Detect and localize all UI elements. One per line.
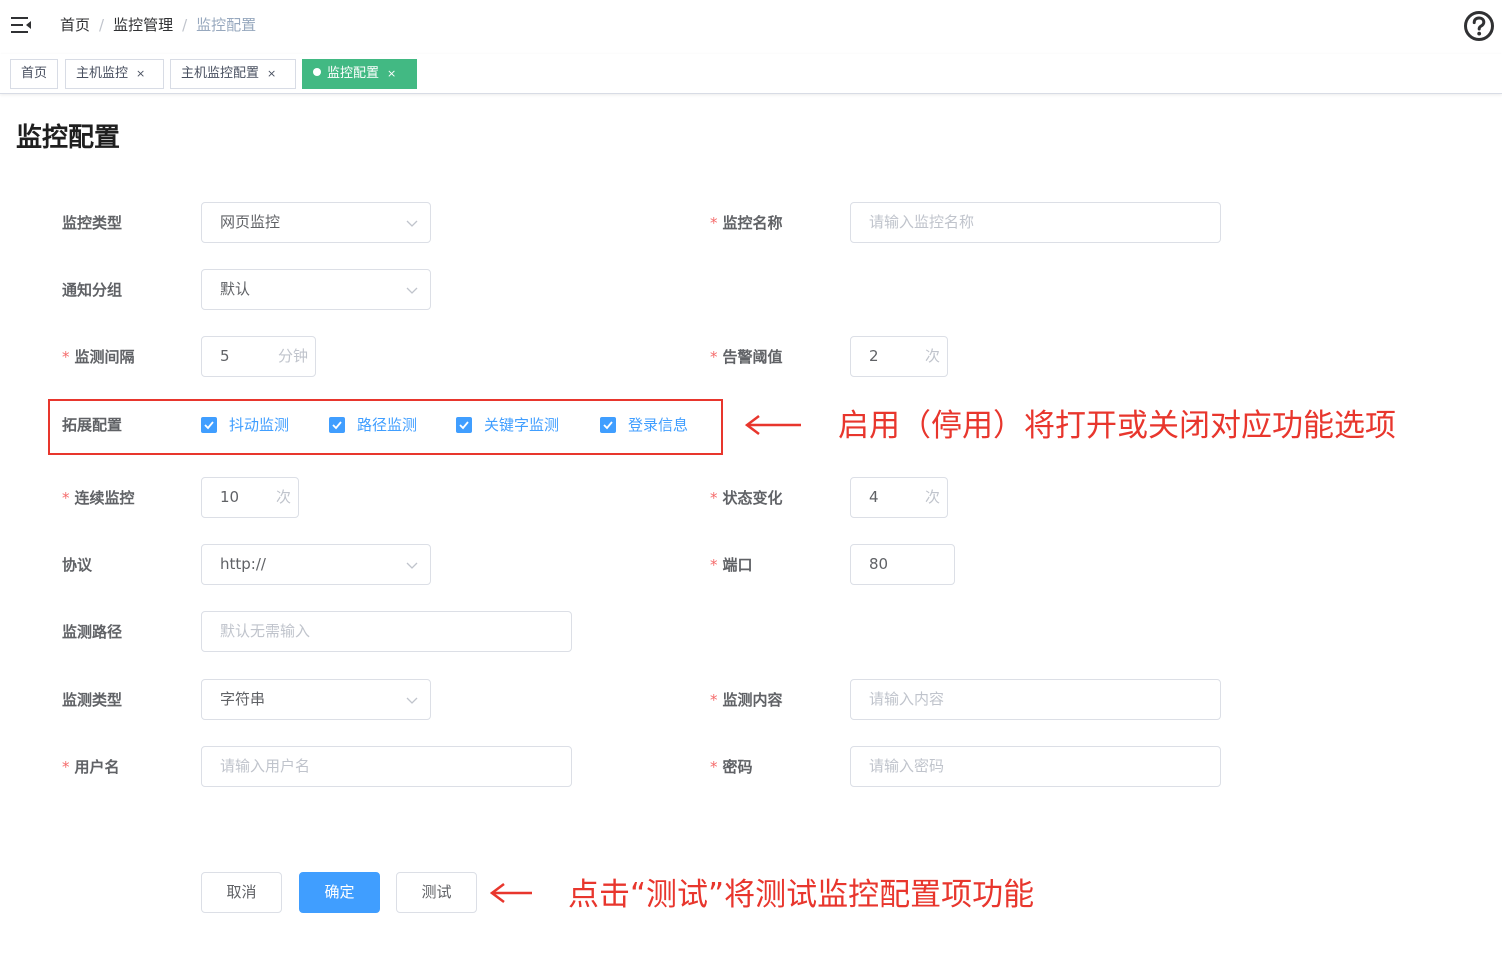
detect-content-label: * 监测内容 — [710, 691, 783, 709]
tag-monitor-config[interactable]: 监控配置 × — [302, 59, 417, 89]
interval-value: 5 — [220, 347, 230, 365]
username-placeholder: 请输入用户名 — [220, 757, 311, 775]
monitor-type-label: 监控类型 — [62, 214, 123, 232]
continuous-unit: 次 — [275, 488, 291, 506]
detect-content-label-text: 监测内容 — [722, 691, 783, 709]
alarm-threshold-label: * 告警阈值 — [710, 348, 783, 366]
detect-type-label: 监测类型 — [62, 691, 123, 709]
password-input[interactable]: 请输入密码 — [850, 746, 1221, 787]
question-circle-icon[interactable] — [1463, 10, 1495, 42]
page-title: 监控配置 — [16, 123, 121, 153]
test-button[interactable]: 测试 — [396, 872, 477, 913]
navbar: 首页 / 监控管理 / 监控配置 — [0, 0, 1502, 52]
interval-input[interactable]: 5 分钟 — [201, 336, 316, 377]
close-icon[interactable]: × — [387, 67, 396, 80]
protocol-value: http:// — [220, 555, 266, 573]
protocol-select[interactable]: http:// — [201, 544, 431, 585]
state-change-unit: 次 — [924, 488, 940, 506]
alarm-threshold-value: 2 — [869, 347, 879, 365]
annotation-highlight-box — [48, 399, 723, 455]
tag-host-monitor-config[interactable]: 主机监控配置 × — [170, 59, 296, 89]
port-value: 80 — [869, 555, 889, 573]
password-label: * 密码 — [710, 758, 753, 776]
breadcrumb-current: 监控配置 — [196, 16, 257, 34]
protocol-label: 协议 — [62, 556, 93, 574]
active-dot-icon — [313, 68, 321, 76]
detect-content-placeholder: 请输入内容 — [869, 690, 945, 708]
state-change-input[interactable]: 4 次 — [850, 477, 948, 518]
path-input[interactable]: 默认无需输入 — [201, 611, 572, 652]
continuous-value: 10 — [220, 488, 240, 506]
left-arrow-icon — [490, 883, 532, 903]
tags-view: 首页 主机监控 × 主机监控配置 × 监控配置 × — [0, 54, 1502, 94]
close-icon[interactable]: × — [136, 67, 145, 80]
interval-label-text: 监测间隔 — [74, 348, 135, 366]
detect-type-select[interactable]: 字符串 — [201, 679, 431, 720]
confirm-button[interactable]: 确定 — [299, 872, 380, 913]
tag-label: 主机监控配置 — [181, 66, 260, 81]
port-label-text: 端口 — [722, 556, 753, 574]
monitor-type-select[interactable]: 网页监控 — [201, 202, 431, 243]
breadcrumb-monitor-management[interactable]: 监控管理 — [113, 16, 173, 34]
chevron-down-icon — [406, 562, 418, 569]
interval-label: * 监测间隔 — [62, 348, 135, 366]
username-label: * 用户名 — [62, 758, 120, 776]
chevron-down-icon — [406, 220, 418, 227]
port-label: * 端口 — [710, 556, 753, 574]
notify-group-label: 通知分组 — [62, 281, 123, 299]
tag-label: 主机监控 — [76, 66, 129, 81]
hamburger-icon[interactable] — [10, 15, 32, 35]
tag-label: 监控配置 — [327, 66, 380, 81]
notify-group-select[interactable]: 默认 — [201, 269, 431, 310]
continuous-label: * 连续监控 — [62, 489, 135, 507]
detect-type-value: 字符串 — [220, 690, 266, 708]
continuous-label-text: 连续监控 — [74, 489, 135, 507]
monitor-name-label-text: 监控名称 — [722, 214, 783, 232]
alarm-threshold-label-text: 告警阈值 — [722, 348, 783, 366]
interval-unit: 分钟 — [277, 347, 308, 365]
alarm-threshold-input[interactable]: 2 次 — [850, 336, 948, 377]
breadcrumb-separator: / — [99, 16, 105, 34]
test-annotation: 点击“测试”将测试监控配置项功能 — [568, 877, 1035, 913]
breadcrumb-separator: / — [182, 16, 188, 34]
breadcrumb: 首页 / 监控管理 / 监控配置 — [60, 14, 256, 36]
detect-content-input[interactable]: 请输入内容 — [850, 679, 1221, 720]
username-label-text: 用户名 — [74, 758, 120, 776]
notify-group-value: 默认 — [220, 280, 251, 298]
username-input[interactable]: 请输入用户名 — [201, 746, 572, 787]
chevron-down-icon — [406, 697, 418, 704]
left-arrow-icon — [745, 415, 801, 435]
state-change-label-text: 状态变化 — [722, 489, 783, 507]
state-change-value: 4 — [869, 488, 879, 506]
monitor-name-label: * 监控名称 — [710, 214, 783, 232]
close-icon[interactable]: × — [267, 67, 276, 80]
tag-home[interactable]: 首页 — [10, 59, 58, 89]
tag-label: 首页 — [21, 66, 48, 81]
toggle-annotation: 启用（停用）将打开或关闭对应功能选项 — [838, 408, 1396, 444]
monitor-name-input[interactable]: 请输入监控名称 — [850, 202, 1221, 243]
breadcrumb-home[interactable]: 首页 — [60, 16, 90, 34]
cancel-button[interactable]: 取消 — [201, 872, 282, 913]
path-placeholder: 默认无需输入 — [220, 622, 311, 640]
chevron-down-icon — [406, 287, 418, 294]
continuous-input[interactable]: 10 次 — [201, 477, 299, 518]
monitor-name-placeholder: 请输入监控名称 — [869, 213, 975, 231]
port-input[interactable]: 80 — [850, 544, 955, 585]
monitor-type-value: 网页监控 — [220, 213, 281, 231]
password-label-text: 密码 — [722, 758, 753, 776]
tag-host-monitor[interactable]: 主机监控 × — [65, 59, 164, 89]
alarm-threshold-unit: 次 — [924, 347, 940, 365]
path-label: 监测路径 — [62, 623, 123, 641]
password-placeholder: 请输入密码 — [869, 757, 945, 775]
state-change-label: * 状态变化 — [710, 489, 783, 507]
